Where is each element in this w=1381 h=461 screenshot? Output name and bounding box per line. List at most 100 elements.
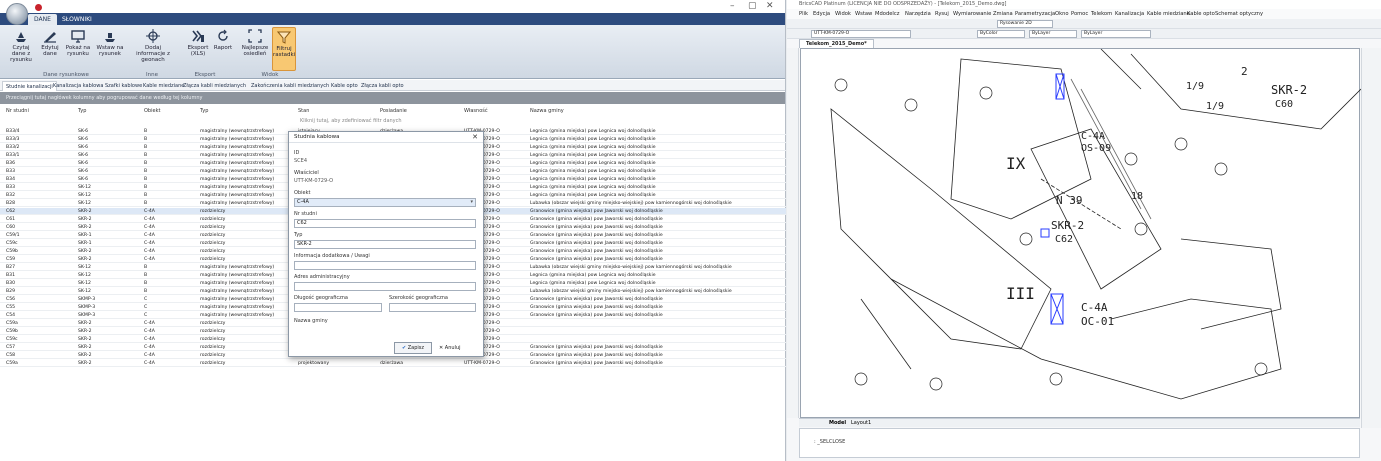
- tab-studnie[interactable]: Studnie kanalizacji: [2, 81, 57, 91]
- filter-row[interactable]: Kliknij tutaj, aby zdefiniować filtr dan…: [300, 118, 402, 124]
- table-cell: SK-6: [78, 153, 89, 158]
- col-nazwa-gminy[interactable]: Nazwa gminy: [530, 108, 564, 114]
- export-xls-button[interactable]: Eksport (XLS): [186, 27, 210, 71]
- col-obiekt[interactable]: Obiekt: [144, 108, 160, 114]
- col-typ2[interactable]: Typ: [200, 108, 208, 114]
- table-cell: Legnica (gmina miejska) pow Legnica woj …: [530, 281, 656, 286]
- chevron-down-icon: ▾: [470, 199, 473, 205]
- table-cell: Legnica (gmina miejska) pow Legnica woj …: [530, 145, 656, 150]
- table-cell: C59: [6, 257, 16, 262]
- best-settlements-button[interactable]: Najlepsze osiedleń: [240, 27, 270, 71]
- table-cell: rozdzielczy: [200, 225, 226, 230]
- col-nr-studni[interactable]: Nr studni: [6, 108, 29, 114]
- menu-pomoc[interactable]: Pomoc: [1071, 9, 1088, 19]
- tab-kanalizacja[interactable]: Kanalizacja kablowa: [50, 81, 106, 91]
- filter-button[interactable]: Filtruj rastadki: [272, 27, 296, 71]
- menu-rysuj[interactable]: Rysuj: [935, 9, 949, 19]
- table-cell: SK-6: [78, 161, 89, 166]
- table-cell: Legnica (gmina miejska) pow Legnica woj …: [530, 153, 656, 158]
- table-cell: B29: [6, 289, 15, 294]
- group-widok: Widok: [261, 72, 279, 78]
- latitude-field[interactable]: [389, 303, 476, 312]
- menu-kable-miedziane[interactable]: Kable miedziane: [1147, 9, 1190, 19]
- col-typ[interactable]: Typ: [78, 108, 86, 114]
- maximize-button[interactable]: ▢: [748, 1, 757, 11]
- color-select[interactable]: ByColor: [977, 30, 1025, 38]
- table-cell: rozdzielczy: [200, 353, 226, 358]
- col-stan[interactable]: Stan: [298, 108, 309, 114]
- col-wlasnosc[interactable]: Własność: [464, 108, 488, 114]
- layer-select[interactable]: UTT-KM-0729-O: [811, 30, 911, 38]
- menu-narzedzia[interactable]: Narzędzia: [905, 9, 931, 19]
- dialog-close-icon[interactable]: ✕: [472, 133, 478, 141]
- table-cell: SK-12: [78, 185, 91, 190]
- owner-value: UTT-KM-0729-O: [294, 178, 334, 184]
- menu-parametryzacja[interactable]: Parametryzacja: [1015, 9, 1055, 19]
- label-c4a-bottom: C-4A: [1081, 301, 1108, 314]
- tab-slowniki[interactable]: SŁOWNIKI: [56, 14, 98, 25]
- report-button[interactable]: Raport: [212, 27, 234, 71]
- show-on-drawing-button[interactable]: Pokaż na rysunku: [64, 27, 92, 71]
- save-button[interactable]: ✔ Zapisz: [394, 342, 432, 354]
- read-from-drawing-button[interactable]: Czytaj dane z rysunku: [6, 27, 36, 71]
- notification-icon: [35, 4, 42, 11]
- close-button[interactable]: ✕: [766, 1, 774, 11]
- filter-icon: [276, 30, 292, 44]
- menu-kanalizacja[interactable]: Kanalizacja: [1115, 9, 1144, 19]
- lineweight-select[interactable]: ByLayer: [1081, 30, 1151, 38]
- group-by-bar[interactable]: Przeciągnij tutaj nagłówek kolumny aby p…: [0, 92, 785, 104]
- object-select[interactable]: C-4A ▾: [294, 198, 476, 207]
- insert-on-drawing-button[interactable]: Wstaw na rysunek: [94, 27, 126, 71]
- menu-schemat-optyczny[interactable]: Schemat optyczny: [1215, 9, 1263, 19]
- table-cell: Granowice (gmina wiejska) pow Jaworski w…: [530, 217, 663, 222]
- cancel-button[interactable]: ✕ Anuluj: [439, 342, 475, 354]
- tab-zlacza-opto[interactable]: Złącza kabli opto: [358, 81, 407, 91]
- label-skr2-mid: SKR-2: [1051, 219, 1084, 232]
- number-field[interactable]: C62: [294, 219, 476, 228]
- menu-modeluj[interactable]: Mdodelcz: [875, 9, 899, 19]
- cad-toolbar-2: UTT-KM-0729-O ByColor ByLayer ByLayer: [787, 29, 1381, 39]
- menu-wstaw[interactable]: Wstaw: [855, 9, 872, 19]
- document-tab[interactable]: Telekom_2015_Demo*: [799, 39, 874, 48]
- tab-model[interactable]: Model: [829, 419, 846, 427]
- menu-plik[interactable]: Plik: [799, 9, 808, 19]
- tab-szafki[interactable]: Szafki kablowe: [102, 81, 145, 91]
- tab-zlacza-miedziane[interactable]: Złącza kabli miedzianych: [180, 81, 249, 91]
- table-cell: SK-6: [78, 137, 89, 142]
- table-cell: C59a: [6, 361, 18, 366]
- table-cell: C-4A: [144, 233, 155, 238]
- menu-wymiarowanie[interactable]: Wymiarowanie: [953, 9, 991, 19]
- col-posiadanie[interactable]: Posiadanie: [380, 108, 407, 114]
- table-cell: magistralny (wewnątrzstrefowy): [200, 161, 275, 166]
- menu-widok[interactable]: Widok: [835, 9, 851, 19]
- linetype-select[interactable]: ByLayer: [1029, 30, 1077, 38]
- add-info-button[interactable]: Dodaj informacje z geonach: [132, 27, 174, 71]
- tab-dane[interactable]: DANE: [28, 14, 57, 25]
- table-cell: C59/1: [6, 233, 20, 238]
- longitude-field[interactable]: [294, 303, 382, 312]
- menu-kable-opto[interactable]: Kable opto: [1187, 9, 1215, 19]
- style-select[interactable]: Rysowanie 2D: [997, 20, 1053, 28]
- menu-telekom[interactable]: Telekom: [1091, 9, 1112, 19]
- menu-okno[interactable]: Okno: [1055, 9, 1069, 19]
- table-cell: C59c: [6, 241, 18, 246]
- tab-kable-opto[interactable]: Kable opto: [328, 81, 361, 91]
- minimize-button[interactable]: –: [730, 1, 735, 11]
- address-field[interactable]: [294, 282, 476, 291]
- menu-zmiana[interactable]: Zmiana: [993, 9, 1013, 19]
- info-field[interactable]: [294, 261, 476, 270]
- table-cell: SKR-2: [78, 345, 92, 350]
- tab-layout1[interactable]: Layout1: [851, 419, 871, 427]
- type-field[interactable]: SKR-2: [294, 240, 476, 249]
- tab-zakonczenia[interactable]: Zakończenia kabli miedzianych: [248, 81, 332, 91]
- command-line[interactable]: : _SELCLOSE: [799, 428, 1360, 458]
- edit-data-button[interactable]: Edytuj dane: [38, 27, 62, 71]
- table-row[interactable]: C59a SKR-2 C-4A rozdzielczy projektowany dzie…: [0, 360, 786, 367]
- app-menu-button[interactable]: [6, 3, 28, 25]
- table-cell: C59b: [6, 329, 18, 334]
- menu-edycja[interactable]: Edycja: [813, 9, 830, 19]
- drawing-canvas[interactable]: SKR-2 C60 1/9 SKR-2 C62 C-4A OS-09 C-4A …: [800, 48, 1362, 418]
- table-cell: B32: [6, 193, 15, 198]
- table-cell: C54: [6, 313, 16, 318]
- table-cell: magistralny (wewnątrzstrefowy): [200, 297, 275, 302]
